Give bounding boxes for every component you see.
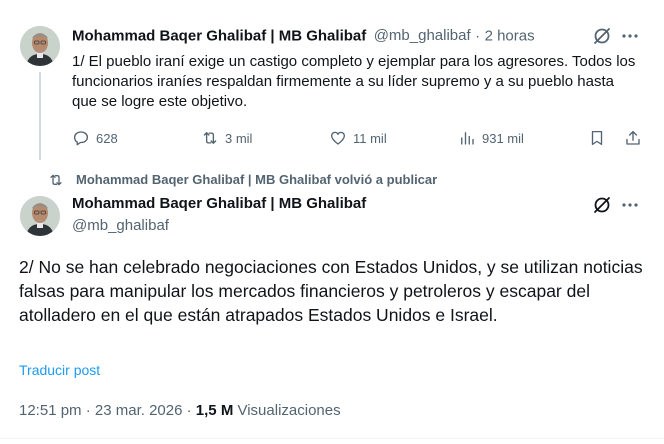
separator: · — [475, 27, 481, 45]
tweet-time[interactable]: 2 horas — [485, 27, 535, 44]
tweet-time[interactable]: 12:51 pm — [19, 402, 82, 419]
bookmark-button[interactable] — [588, 129, 606, 147]
avatar-image — [20, 26, 60, 66]
reply-icon — [73, 131, 89, 146]
like-icon — [330, 131, 346, 145]
thread-line — [39, 72, 41, 160]
repost-count: 3 mil — [225, 130, 253, 146]
share-button[interactable] — [624, 129, 642, 147]
share-icon — [626, 130, 640, 145]
avatar[interactable] — [20, 196, 60, 236]
reply-count: 628 — [96, 130, 118, 146]
tweet-date[interactable]: 23 mar. 2026 — [95, 402, 183, 419]
tweet-2-metadata: 12:51 pm · 23 mar. 2026 · 1,5 M Visualiz… — [19, 402, 341, 419]
author-handle[interactable]: @mb_ghalibaf — [72, 217, 169, 234]
translate-post-link[interactable]: Traducir post — [19, 362, 100, 378]
reply-button[interactable]: 628 — [72, 129, 118, 147]
like-count: 11 mil — [353, 130, 387, 146]
repost-context-icon — [50, 174, 62, 186]
author-handle[interactable]: @mb_ghalibaf — [374, 27, 471, 44]
views-count: 931 mil — [482, 130, 524, 146]
divider — [0, 438, 664, 439]
views-icon — [461, 132, 474, 145]
separator: · — [85, 402, 91, 419]
author-name[interactable]: Mohammad Baqer Ghalibaf | MB Ghalibaf — [72, 27, 366, 44]
views-label: Visualizaciones — [237, 402, 341, 419]
more-icon[interactable] — [620, 26, 640, 46]
tweet-1-header: Mohammad Baqer Ghalibaf | MB Ghalibaf @m… — [72, 27, 535, 45]
grok-icon[interactable] — [592, 26, 612, 46]
more-icon[interactable] — [620, 195, 640, 215]
tweet-1-actions: 628 3 mil 11 mil 931 mil — [72, 129, 642, 151]
repost-icon — [203, 132, 217, 144]
author-name[interactable]: Mohammad Baqer Ghalibaf | MB Ghalibaf — [72, 195, 366, 212]
avatar[interactable] — [20, 26, 60, 66]
bookmark-icon — [591, 130, 603, 146]
grok-icon[interactable] — [592, 195, 612, 215]
separator: · — [186, 402, 192, 419]
tweet-2-text: 2/ No se han celebrado negociaciones con… — [19, 257, 643, 325]
views-count: 1,5 M — [195, 402, 234, 419]
repost-context-label[interactable]: Mohammad Baqer Ghalibaf | MB Ghalibaf vo… — [76, 172, 437, 187]
tweet-1-text: 1/ El pueblo iraní exige un castigo comp… — [72, 53, 636, 110]
views-button[interactable]: 931 mil — [458, 129, 524, 147]
like-button[interactable]: 11 mil — [329, 129, 387, 147]
avatar-image — [20, 196, 60, 236]
repost-button[interactable]: 3 mil — [201, 129, 252, 147]
